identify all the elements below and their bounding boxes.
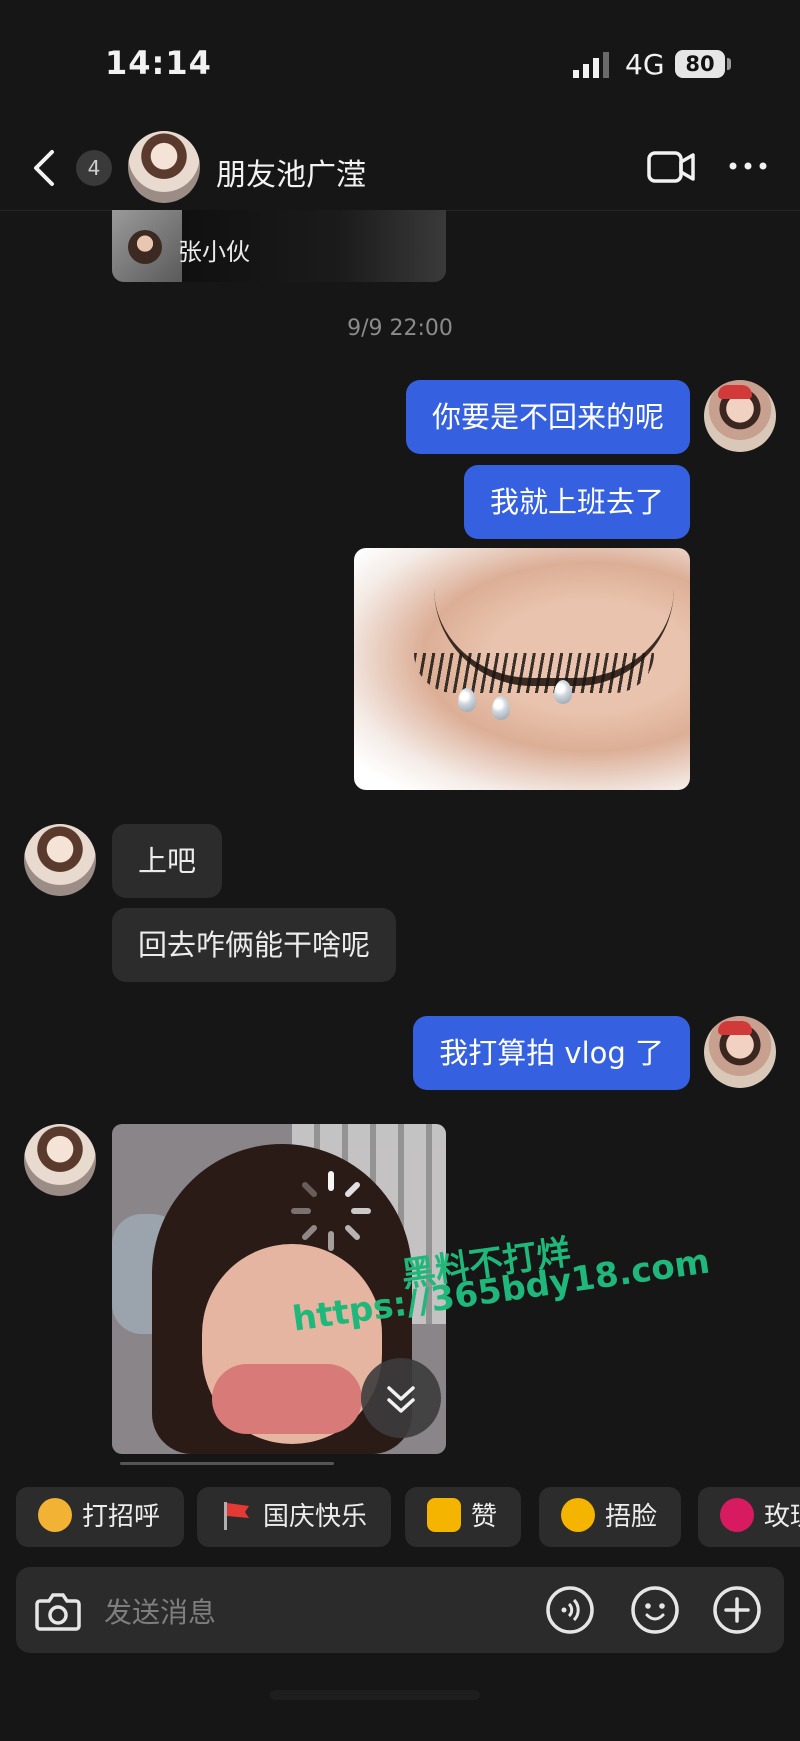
quick-reply-national-day[interactable]: 国庆快乐 [197,1487,392,1547]
scroll-indicator [120,1462,334,1465]
quick-reply-greet[interactable]: 打招呼 [16,1487,185,1547]
wave-emoji-icon [38,1498,72,1532]
crying-eye-image-message[interactable] [354,548,690,790]
quick-reply-label: 捂脸 [605,1502,658,1532]
unread-count-badge[interactable]: 4 [76,150,112,186]
quick-reply-like[interactable]: 赞 [405,1487,522,1547]
add-icon[interactable] [712,1585,762,1635]
message-bubble-incoming[interactable]: 上吧 [112,824,223,898]
message-bubble-incoming[interactable]: 回去咋俩能干啥呢 [112,908,397,982]
my-avatar[interactable] [704,380,776,452]
rose-icon [720,1498,754,1532]
status-time: 14:14 [105,44,212,82]
quick-reply-label: 打招呼 [82,1502,161,1532]
emoji-icon[interactable] [630,1585,680,1635]
message-bubble-outgoing[interactable]: 我就上班去了 [463,465,690,539]
signal-icon [573,52,609,78]
contact-avatar[interactable] [24,824,96,896]
my-avatar[interactable] [704,1016,776,1088]
quick-reply-facepalm[interactable]: 捂脸 [539,1487,682,1547]
tear-drop [492,696,510,720]
message-bubble-outgoing[interactable]: 你要是不回来的呢 [405,380,690,454]
scroll-to-bottom-button[interactable] [361,1358,441,1438]
shared-card-author: 张小伙 [178,238,250,266]
shared-video-card[interactable] [112,210,446,282]
flag-icon [224,1502,249,1530]
camera-icon[interactable] [34,1587,82,1633]
home-indicator [270,1690,480,1700]
more-options-icon[interactable] [728,156,768,176]
voice-message-icon[interactable] [545,1585,595,1635]
thumbs-up-icon [427,1498,461,1532]
message-bubble-outgoing[interactable]: 我打算拍 vlog 了 [413,1016,690,1090]
contact-avatar[interactable] [128,131,200,203]
network-type: 4G [625,48,665,81]
facepalm-emoji-icon [561,1498,595,1532]
battery-level: 80 [675,50,725,78]
message-timestamp: 9/9 22:00 [347,316,453,341]
eyelash-shape [414,653,654,693]
meme-lips [212,1364,362,1434]
quick-reply-rose[interactable]: 玫瑰 [698,1487,800,1547]
shared-card-avatar [128,230,162,264]
battery-icon [727,58,731,70]
contact-name[interactable]: 朋友池广滢 [216,150,366,194]
video-call-icon[interactable] [647,150,695,184]
tear-drop [554,680,572,704]
quick-reply-label: 玫瑰 [764,1502,800,1532]
contact-avatar[interactable] [24,1124,96,1196]
loading-spinner-icon [291,1171,371,1251]
message-input[interactable]: 发送消息 [104,1591,216,1631]
quick-reply-label: 赞 [471,1502,498,1532]
quick-reply-label: 国庆快乐 [263,1502,368,1532]
back-arrow-icon[interactable] [30,148,60,188]
tear-drop [458,688,476,712]
double-chevron-down-icon [387,1386,415,1413]
